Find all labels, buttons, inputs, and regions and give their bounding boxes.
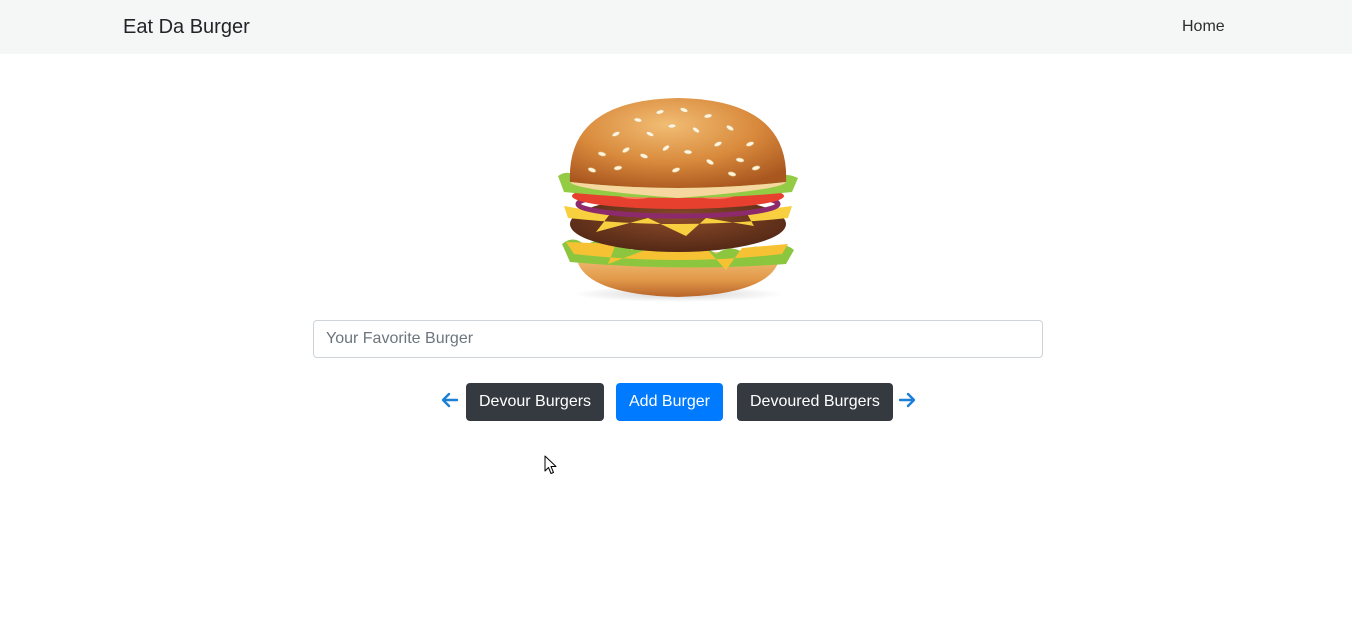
mouse-cursor-icon [544,455,557,474]
add-burger-button[interactable]: Add Burger [616,383,723,421]
devoured-burgers-button[interactable]: Devoured Burgers [737,383,893,421]
favorite-burger-input[interactable] [313,320,1043,358]
burger-image [558,98,798,302]
navbar: Eat Da Burger Home [0,0,1352,54]
brand-link[interactable]: Eat Da Burger [123,15,250,39]
arrow-right-icon[interactable] [898,391,916,409]
arrow-left-icon[interactable] [441,391,459,409]
nav-home-link[interactable]: Home [1182,17,1225,37]
devour-burgers-button[interactable]: Devour Burgers [466,383,605,421]
